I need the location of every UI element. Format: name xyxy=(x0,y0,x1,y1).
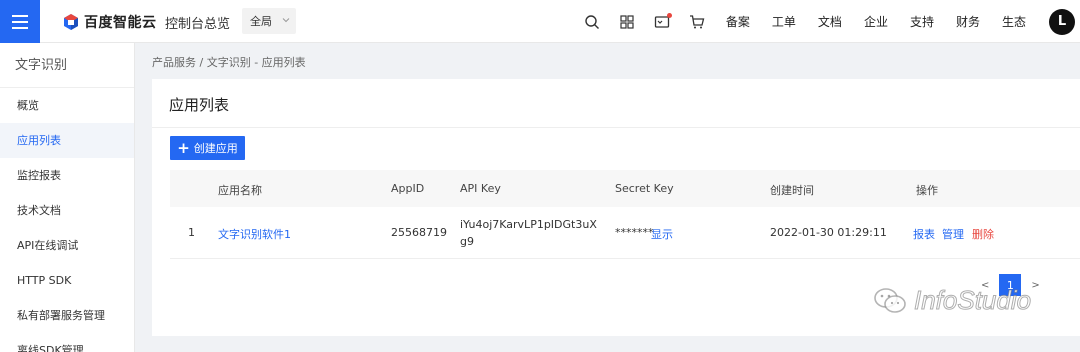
table-row: 1 文字识别软件1 25568719 iYu4oj7KarvLP1pIDGt3u… xyxy=(170,207,1080,259)
next-page-button[interactable]: > xyxy=(1031,280,1039,291)
created-time: 2022-01-30 01:29:11 xyxy=(770,226,887,239)
col-header-apikey: API Key xyxy=(460,182,501,195)
col-header-secretkey: Secret Key xyxy=(615,182,674,195)
create-app-button[interactable]: + 创建应用 xyxy=(170,136,245,160)
sidebar-item-app-list[interactable]: 应用列表 xyxy=(0,123,134,158)
sidebar-item-api-debug[interactable]: API在线调试 xyxy=(0,228,134,263)
sidebar-item-offline-sdk[interactable]: 离线SDK管理 xyxy=(0,333,134,352)
delete-link[interactable]: 删除 xyxy=(972,226,994,242)
nav-link-beian[interactable]: 备案 xyxy=(726,13,750,30)
sidebar-item-tech-docs[interactable]: 技术文档 xyxy=(0,193,134,228)
col-header-appid: AppID xyxy=(391,182,425,195)
divider xyxy=(152,127,1080,128)
top-nav: 备案 工单 文档 企业 支持 财务 生态 L xyxy=(575,0,1080,43)
nav-link-ecosystem[interactable]: 生态 xyxy=(1002,13,1026,30)
region-select[interactable]: 全局 xyxy=(242,8,296,34)
sidebar-item-monitor[interactable]: 监控报表 xyxy=(0,158,134,193)
logo-text: 百度智能云 xyxy=(84,15,157,31)
sidebar-item-overview[interactable]: 概览 xyxy=(0,88,134,123)
watermark-text: InfoStudio xyxy=(913,285,1032,316)
show-secret-link[interactable]: 显示 xyxy=(651,226,673,242)
grid-icon[interactable] xyxy=(618,13,636,31)
baidu-cloud-logo[interactable]: 百度智能云 xyxy=(62,12,157,32)
col-header-actions: 操作 xyxy=(916,184,938,197)
nav-link-support[interactable]: 支持 xyxy=(910,13,934,30)
nav-link-docs[interactable]: 文档 xyxy=(818,13,842,30)
console-overview-link[interactable]: 控制台总览 xyxy=(165,13,230,32)
avatar[interactable]: L xyxy=(1049,8,1075,35)
page-title: 应用列表 xyxy=(169,96,230,114)
api-key: iYu4oj7KarvLP1pIDGt3uXg9 xyxy=(460,218,597,248)
plus-icon: + xyxy=(177,138,190,157)
col-header-name: 应用名称 xyxy=(218,184,262,197)
cart-icon[interactable] xyxy=(688,13,706,31)
sidebar-title: 文字识别 xyxy=(0,43,134,88)
secret-key-masked: ******* xyxy=(615,226,654,239)
manage-link[interactable]: 管理 xyxy=(942,226,964,242)
app-table: 应用名称 AppID API Key Secret Key 创建时间 操作 1 … xyxy=(170,170,1080,259)
notification-dot xyxy=(667,12,673,18)
sidebar-item-http-sdk[interactable]: HTTP SDK xyxy=(0,263,134,298)
message-icon[interactable] xyxy=(653,12,673,31)
hamburger-menu-icon[interactable] xyxy=(0,0,40,43)
nav-link-finance[interactable]: 财务 xyxy=(956,13,980,30)
table-header: 应用名称 AppID API Key Secret Key 创建时间 操作 xyxy=(170,170,1080,207)
row-index: 1 xyxy=(188,226,195,239)
logo-mark-icon xyxy=(62,13,80,31)
chevron-down-icon xyxy=(282,18,290,23)
create-app-label: 创建应用 xyxy=(193,142,238,155)
col-header-created: 创建时间 xyxy=(770,184,814,197)
search-icon[interactable] xyxy=(583,13,601,31)
sidebar-item-private-deploy[interactable]: 私有部署服务管理 xyxy=(0,298,134,333)
top-bar: 百度智能云 控制台总览 全局 备案 工单 文档 企业 支持 财务 生态 L xyxy=(0,0,1080,43)
watermark: InfoStudio xyxy=(872,285,1032,316)
app-name-link[interactable]: 文字识别软件1 xyxy=(218,226,291,242)
nav-link-enterprise[interactable]: 企业 xyxy=(864,13,888,30)
region-value: 全局 xyxy=(250,15,272,28)
wechat-icon xyxy=(874,287,906,313)
sidebar: 文字识别 概览 应用列表 监控报表 技术文档 API在线调试 HTTP SDK … xyxy=(0,43,135,352)
breadcrumb: 产品服务 / 文字识别 - 应用列表 xyxy=(152,56,306,69)
app-id: 25568719 xyxy=(391,226,447,239)
nav-link-ticket[interactable]: 工单 xyxy=(772,13,796,30)
report-link[interactable]: 报表 xyxy=(913,226,935,242)
